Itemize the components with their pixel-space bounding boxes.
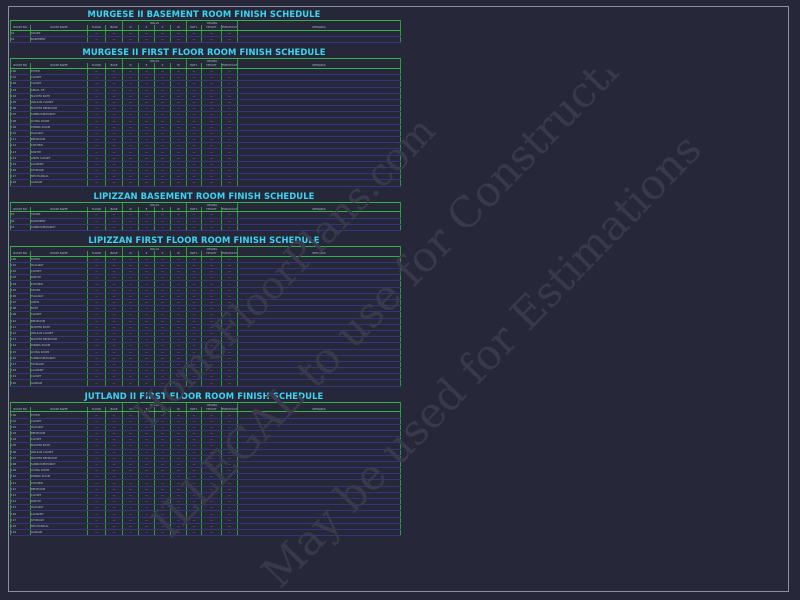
schedule-table: WALLS CEILING ROOM NO. ROOM NAME FLOOR BASE N E… xyxy=(10,58,402,187)
schedule-table: WALLS CEILING ROOM NO. ROOM NAME FLOOR BASE N E… xyxy=(10,245,402,387)
room-name: BASEMENT xyxy=(30,36,88,44)
finish-value: — xyxy=(186,179,202,187)
room-no-header: ROOM NO. xyxy=(10,406,31,413)
remarks-cell xyxy=(237,529,402,537)
room-number: 02 xyxy=(10,36,31,44)
finish-value: — xyxy=(87,36,106,44)
finish-value: — xyxy=(201,36,222,44)
finish-value: — xyxy=(186,36,202,44)
finish-value: — xyxy=(105,529,123,537)
ceiling-finish-header: FINISH/COT xyxy=(220,406,238,413)
room-number: 118 xyxy=(10,179,31,187)
schedule-title: LIPIZZAN FIRST FLOOR ROOM FINISH SCHEDUL… xyxy=(88,234,320,245)
finish-value: — xyxy=(105,36,123,44)
room-name: GARAGE xyxy=(30,529,88,537)
finish-value: — xyxy=(87,179,106,187)
table-row: 119 GARAGE — — — — — — — — — xyxy=(10,529,402,537)
finish-value: — xyxy=(87,224,106,231)
finish-value: — xyxy=(220,379,238,387)
finish-value: — xyxy=(105,179,123,187)
room-no-header: ROOM NO. xyxy=(10,206,31,213)
finish-value: — xyxy=(154,224,171,231)
finish-value: — xyxy=(138,529,155,537)
finish-value: — xyxy=(186,529,202,537)
finish-value: — xyxy=(154,379,171,387)
finish-value: — xyxy=(201,179,222,187)
finish-value: — xyxy=(186,379,202,387)
finish-value: — xyxy=(138,36,155,44)
ceiling-finish-header: FINISH/COT xyxy=(220,25,238,31)
room-no-header: ROOM NO. xyxy=(10,63,31,69)
remarks-cell xyxy=(237,379,402,387)
finish-value: — xyxy=(138,179,155,187)
finish-value: — xyxy=(186,224,202,231)
schedule-table: WALLS CEILING ROOM NO. ROOM NAME FLOOR BASE N E… xyxy=(10,20,402,44)
ceiling-finish-header: FINISH/COT xyxy=(220,206,238,213)
room-name: SUNROOM/PORCH xyxy=(30,224,88,231)
finish-value: — xyxy=(87,379,106,387)
remarks-cell xyxy=(237,179,402,187)
schedule-table: WALLS CEILING ROOM NO. ROOM NAME FLOOR BASE N E… xyxy=(10,401,402,537)
schedule-sheet: MURGESE II BASEMENT ROOM FINISH SCHEDULE… xyxy=(10,9,402,540)
schedule-title: MURGESE II BASEMENT ROOM FINISH SCHEDULE xyxy=(87,9,321,19)
schedule-title: MURGESE II FIRST FLOOR ROOM FINISH SCHED… xyxy=(82,47,326,58)
finish-value: — xyxy=(154,36,171,44)
table-row: 02 BASEMENT — — — — — — — — — xyxy=(10,36,402,44)
ceiling-finish-header: FINISH/COT xyxy=(220,250,238,257)
room-name: GARAGE xyxy=(30,379,88,387)
finish-value: — xyxy=(201,224,222,231)
finish-value: — xyxy=(170,179,187,187)
room-no-header: ROOM NO. xyxy=(10,250,31,257)
room-name: GARAGE xyxy=(30,179,88,187)
schedule-title: LIPIZZAN BASEMENT ROOM FINISH SCHEDULE xyxy=(93,190,315,201)
finish-value: — xyxy=(138,224,155,231)
finish-value: — xyxy=(122,179,139,187)
finish-value: — xyxy=(220,179,238,187)
room-no-header: ROOM NO. xyxy=(10,25,31,31)
room-number: 03 xyxy=(10,224,31,231)
finish-value: — xyxy=(201,529,222,537)
table-row: 03 SUNROOM/PORCH — — — — — — — — — xyxy=(10,224,402,231)
schedule-table: WALLS CEILING ROOM NO. ROOM NAME FLOOR BASE N E… xyxy=(10,201,402,231)
finish-value: — xyxy=(220,36,238,44)
room-number: 119 xyxy=(10,529,31,537)
table-row: 118 GARAGE — — — — — — — — — xyxy=(10,179,402,187)
finish-value: — xyxy=(170,379,187,387)
room-number: 120 xyxy=(10,379,31,387)
finish-value: — xyxy=(201,379,222,387)
finish-value: — xyxy=(220,224,238,231)
finish-value: — xyxy=(220,529,238,537)
schedule-title: JUTLAND II FIRST FLOOR ROOM FINISH SCHED… xyxy=(84,390,324,401)
ceiling-finish-header: FINISH/COT xyxy=(220,63,238,69)
remarks-cell xyxy=(237,224,402,231)
finish-value: — xyxy=(122,529,139,537)
finish-value: — xyxy=(87,529,106,537)
finish-value: — xyxy=(154,179,171,187)
finish-value: — xyxy=(170,36,187,44)
finish-value: — xyxy=(170,224,187,231)
finish-value: — xyxy=(105,224,123,231)
finish-value: — xyxy=(122,36,139,44)
finish-value: — xyxy=(154,529,171,537)
finish-value: — xyxy=(170,529,187,537)
remarks-cell xyxy=(237,36,402,44)
table-row: 120 GARAGE — — — — — — — — — xyxy=(10,379,402,387)
finish-value: — xyxy=(138,379,155,387)
finish-value: — xyxy=(122,224,139,231)
finish-value: — xyxy=(122,379,139,387)
finish-value: — xyxy=(105,379,123,387)
